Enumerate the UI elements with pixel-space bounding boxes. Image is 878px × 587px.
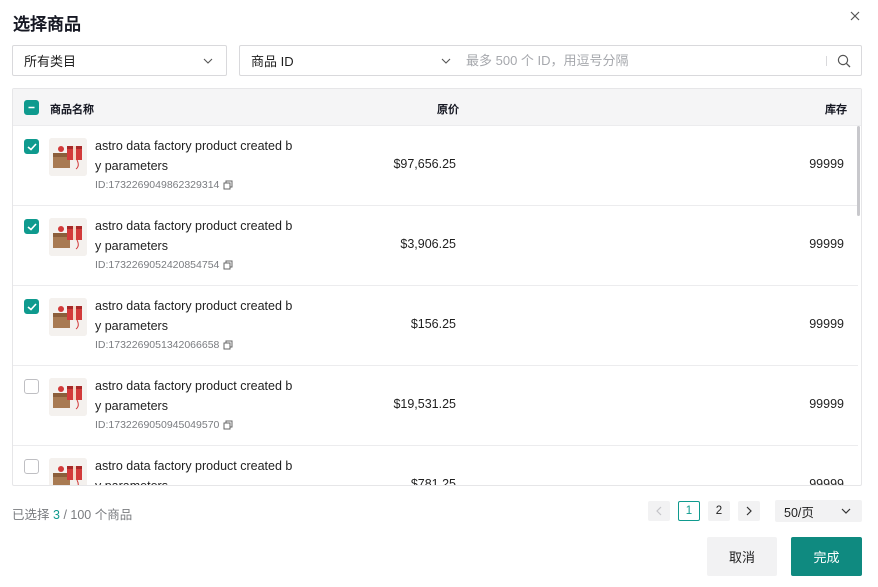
- table-row: astro data factory product created by pa…: [13, 446, 858, 486]
- done-button[interactable]: 完成: [791, 537, 862, 576]
- chevron-down-icon: [440, 55, 452, 67]
- row-checkbox[interactable]: [24, 459, 39, 474]
- next-page-button[interactable]: [738, 501, 760, 521]
- product-name: astro data factory product created by pa…: [95, 459, 293, 486]
- product-id: ID:1732269051342066658: [95, 339, 234, 351]
- copy-icon[interactable]: [223, 180, 234, 191]
- search-type-select[interactable]: 商品 ID: [240, 46, 460, 75]
- product-image: [49, 298, 87, 336]
- row-checkbox[interactable]: [24, 299, 39, 314]
- product-image: [49, 218, 87, 256]
- product-price: $19,531.25: [393, 397, 456, 411]
- column-header-price: 原价: [437, 104, 459, 116]
- dialog: 选择商品 所有类目 商品 ID 商品名称 原价 库存: [0, 0, 878, 587]
- close-icon[interactable]: [847, 8, 863, 24]
- product-stock: 99999: [809, 477, 844, 486]
- prev-page-button[interactable]: [648, 501, 670, 521]
- table-header: 商品名称 原价 库存: [13, 89, 861, 126]
- table-row: astro data factory product created by pa…: [13, 366, 858, 446]
- table-row: astro data factory product created by pa…: [13, 206, 858, 286]
- copy-icon[interactable]: [223, 260, 234, 271]
- product-id-text: ID:1732269051342066658: [95, 339, 220, 351]
- product-stock: 99999: [809, 237, 844, 251]
- table-row: astro data factory product created by pa…: [13, 286, 858, 366]
- product-image: [49, 458, 87, 485]
- product-image: [49, 138, 87, 176]
- product-name: astro data factory product created by pa…: [95, 219, 293, 253]
- dialog-title: 选择商品: [13, 15, 81, 34]
- table-scrollbar[interactable]: [857, 126, 860, 216]
- page-2-button[interactable]: 2: [708, 501, 730, 521]
- search-box: 商品 ID: [239, 45, 862, 76]
- product-id-text: ID:1732269052420854754: [95, 259, 220, 271]
- chevron-down-icon: [202, 55, 214, 67]
- selection-count: 3: [53, 508, 60, 522]
- search-type-value: 商品 ID: [251, 54, 294, 69]
- product-table: 商品名称 原价 库存 astro data factory product cr…: [12, 88, 862, 486]
- product-stock: 99999: [809, 157, 844, 171]
- product-id: ID:1732269049862329314: [95, 179, 234, 191]
- category-select[interactable]: 所有类目: [12, 45, 227, 76]
- page-1-button[interactable]: 1: [678, 501, 700, 521]
- selection-suffix: / 100 个商品: [63, 508, 133, 522]
- product-price: $781.25: [410, 477, 456, 486]
- page-size-select[interactable]: 50/页: [775, 500, 862, 522]
- row-checkbox[interactable]: [24, 379, 39, 394]
- select-all-checkbox[interactable]: [24, 100, 39, 115]
- copy-icon[interactable]: [223, 420, 234, 431]
- product-price: $156.25: [410, 317, 456, 331]
- product-stock: 99999: [809, 317, 844, 331]
- product-name: astro data factory product created by pa…: [95, 379, 293, 413]
- product-id: ID:1732269052420854754: [95, 259, 234, 271]
- selection-prefix: 已选择: [12, 508, 50, 522]
- copy-icon[interactable]: [223, 340, 234, 351]
- chevron-down-icon: [840, 505, 852, 517]
- search-input[interactable]: [460, 46, 826, 75]
- search-icon[interactable]: [827, 46, 861, 75]
- product-id-text: ID:1732269050945049570: [95, 419, 220, 431]
- category-select-value: 所有类目: [24, 54, 77, 69]
- product-id-text: ID:1732269049862329314: [95, 179, 220, 191]
- table-body: astro data factory product created by pa…: [13, 126, 861, 486]
- product-id: ID:1732269050945049570: [95, 419, 234, 431]
- product-name: astro data factory product created by pa…: [95, 139, 293, 173]
- row-checkbox[interactable]: [24, 219, 39, 234]
- selection-summary: 已选择 3 / 100 个商品: [12, 504, 132, 523]
- product-price: $3,906.25: [400, 237, 456, 251]
- product-price: $97,656.25: [393, 157, 456, 171]
- product-name: astro data factory product created by pa…: [95, 299, 293, 333]
- product-stock: 99999: [809, 397, 844, 411]
- column-header-stock: 库存: [825, 104, 847, 116]
- cancel-button[interactable]: 取消: [707, 537, 777, 576]
- row-checkbox[interactable]: [24, 139, 39, 154]
- table-row: astro data factory product created by pa…: [13, 126, 858, 206]
- product-image: [49, 378, 87, 416]
- column-header-name: 商品名称: [50, 104, 94, 116]
- pagination: 1 2: [648, 501, 760, 521]
- page-size-value: 50/页: [784, 505, 814, 520]
